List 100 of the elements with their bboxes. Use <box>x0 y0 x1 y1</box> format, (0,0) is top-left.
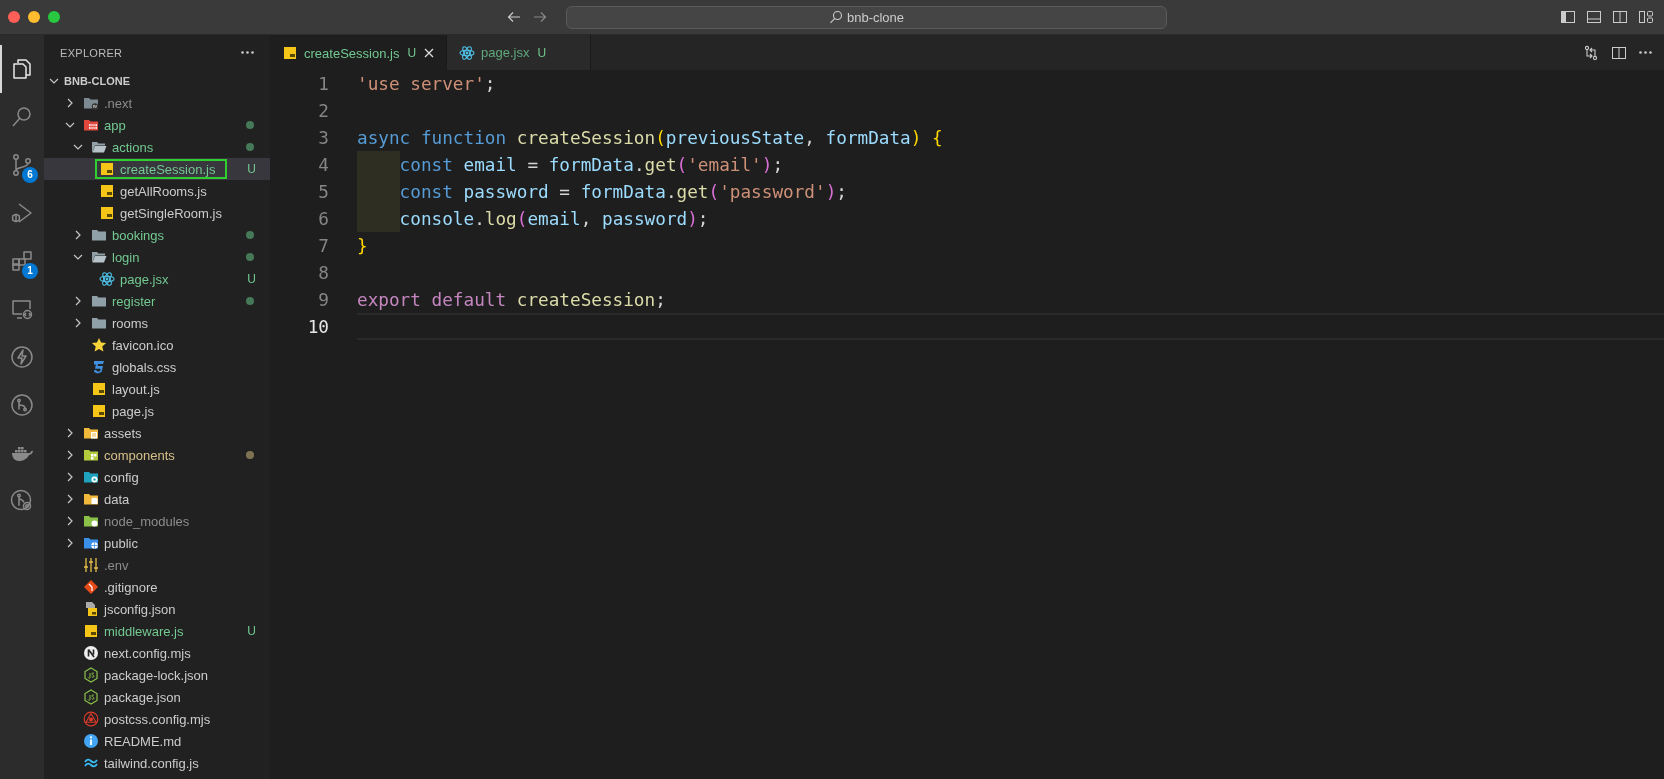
line-number: 3 <box>317 127 329 148</box>
window-control[interactable] <box>8 11 20 23</box>
tree-item[interactable]: globals.css <box>44 356 270 378</box>
search-icon <box>10 105 34 129</box>
tree-item[interactable]: login <box>44 246 270 268</box>
tree-item[interactable]: config <box>44 466 270 488</box>
tree-item[interactable]: getSingleRoom.js <box>44 202 270 224</box>
tree-item[interactable]: layout.js <box>44 378 270 400</box>
config-file-icon <box>83 601 99 617</box>
tree-item[interactable]: .next <box>44 92 270 114</box>
back-arrow-icon[interactable] <box>506 9 522 25</box>
tree-item[interactable]: .env <box>44 554 270 576</box>
script-file-icon <box>99 161 115 177</box>
panel-toggle-icon[interactable] <box>1586 9 1602 25</box>
panel-title: EXPLORER <box>60 46 123 59</box>
tree-item[interactable]: getAllRooms.js <box>44 180 270 202</box>
open-folder-icon <box>91 249 107 265</box>
monitor-icon <box>10 297 34 321</box>
line-number: 6 <box>317 208 329 229</box>
hexagon-icon <box>83 689 99 705</box>
tree-item[interactable]: page.js <box>44 400 270 422</box>
line-number: 4 <box>317 154 329 175</box>
line-number: 1 <box>317 73 329 94</box>
count-badge: 6 <box>22 167 38 183</box>
tree-item[interactable]: components <box>44 444 270 466</box>
script-file-icon <box>91 403 107 419</box>
tree-item[interactable]: tailwind.config.js <box>44 752 270 774</box>
tree-item[interactable]: createSession.js U <box>44 158 270 180</box>
tree-item[interactable]: middleware.js U <box>44 620 270 642</box>
tree-item[interactable]: jsconfig.json <box>44 598 270 620</box>
line-number: 2 <box>317 100 329 121</box>
tree-item[interactable]: .gitignore <box>44 576 270 598</box>
folder-icon <box>83 513 99 529</box>
sidebar-toggle-icon[interactable] <box>1560 9 1576 25</box>
more-icon <box>241 51 254 54</box>
atom-icon <box>459 44 476 61</box>
line-number: 7 <box>317 235 329 256</box>
script-file-icon <box>99 205 115 221</box>
code-line: console.log(email, password); <box>399 208 709 229</box>
folder-icon <box>83 535 99 551</box>
diamond-icon <box>83 579 99 595</box>
line-number: 5 <box>317 181 329 202</box>
script-file-icon <box>99 183 115 199</box>
command-center[interactable]: bnb-clone <box>566 5 1167 29</box>
debug-icon <box>10 201 34 225</box>
tree-item[interactable]: package-lock.json <box>44 664 270 686</box>
line-number: 10 <box>306 316 329 337</box>
tree-item[interactable]: app <box>44 114 270 136</box>
tree-item[interactable]: register <box>44 290 270 312</box>
hexagon-icon <box>83 667 99 683</box>
tree-item[interactable]: bookings <box>44 224 270 246</box>
open-folder-icon <box>91 139 107 155</box>
code-line: } <box>357 235 368 256</box>
window-control[interactable] <box>28 11 40 23</box>
split-editor-icon <box>1611 44 1627 61</box>
stylesheet-icon <box>91 359 107 375</box>
folder-header[interactable]: BNB-CLONE <box>44 70 270 92</box>
tree-item[interactable]: data <box>44 488 270 510</box>
compare-icon <box>1583 44 1599 61</box>
tree-item[interactable]: favicon.ico <box>44 334 270 356</box>
lightning-icon <box>10 345 34 369</box>
line-number: 8 <box>317 262 329 283</box>
activity-button[interactable]: 6 <box>0 141 44 189</box>
extensions-icon <box>10 249 34 273</box>
tree-item[interactable]: README.md <box>44 730 270 752</box>
folder-icon <box>91 315 107 331</box>
git-status: U <box>247 624 256 638</box>
folder-icon <box>91 227 107 243</box>
tree-item[interactable]: next.config.mjs <box>44 642 270 664</box>
tree-item[interactable]: package.json <box>44 686 270 708</box>
tree-item[interactable]: node_modules <box>44 510 270 532</box>
sliders-icon <box>83 557 99 573</box>
folder-icon <box>83 469 99 485</box>
script-file-icon <box>83 623 99 639</box>
editor-tab[interactable]: page.jsx U <box>447 35 592 70</box>
search-icon <box>828 10 843 24</box>
star-icon <box>91 337 107 353</box>
tree-item[interactable]: actions <box>44 136 270 158</box>
code-line: export default createSession; <box>357 289 666 310</box>
circle-icon <box>83 645 99 661</box>
git-status: U <box>247 272 256 286</box>
code-line: async function createSession(previousState, formData) { <box>357 127 943 148</box>
info-icon <box>83 733 99 749</box>
window-control[interactable] <box>48 11 60 23</box>
folder-icon <box>83 425 99 441</box>
folder-icon <box>83 491 99 507</box>
tree-item[interactable]: postcss.config.mjs <box>44 708 270 730</box>
tree-item[interactable]: rooms <box>44 312 270 334</box>
split-layout-icon[interactable] <box>1612 9 1628 25</box>
layout-icon[interactable] <box>1638 9 1654 25</box>
editor-tab[interactable]: createSession.js U <box>270 35 448 70</box>
tree-item[interactable]: public <box>44 532 270 554</box>
activity-button[interactable]: 1 <box>0 237 44 285</box>
folder-icon <box>83 447 99 463</box>
forward-arrow-icon[interactable] <box>532 9 548 25</box>
tree-item[interactable]: assets <box>44 422 270 444</box>
git-status: U <box>247 162 256 176</box>
tree-item[interactable]: page.jsx U <box>44 268 270 290</box>
code-line: 'use server'; <box>357 73 496 94</box>
code-line: const password = formData.get('password'); <box>399 181 847 202</box>
